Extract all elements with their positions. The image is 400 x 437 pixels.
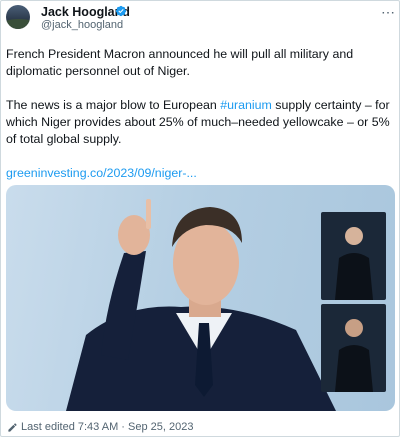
article-link[interactable]: greeninvesting.co/2023/09/niger-... bbox=[6, 166, 197, 180]
last-edited-timestamp[interactable]: Last edited 7:43 AM · Sep 25, 2023 bbox=[21, 421, 193, 433]
sign-language-interpreter-2 bbox=[321, 304, 386, 392]
paragraph-2-text-start: The news is a major blow to European bbox=[6, 98, 221, 112]
tweet-paragraph-3: greeninvesting.co/2023/09/niger-... bbox=[6, 165, 396, 182]
sign-language-interpreter-1 bbox=[321, 212, 386, 300]
interpreter-2-figure bbox=[335, 319, 373, 392]
avatar[interactable] bbox=[6, 5, 30, 29]
tweet-paragraph-2: The news is a major blow to European #ur… bbox=[6, 97, 396, 148]
verified-badge-icon bbox=[115, 5, 127, 17]
tweet-card: Jack Hoogland @jack_hoogland ⋯ French Pr… bbox=[0, 0, 400, 437]
tweet-paragraph-1: French President Macron announced he wil… bbox=[6, 47, 354, 78]
pencil-icon bbox=[8, 423, 17, 432]
tweet-text: French President Macron announced he wil… bbox=[6, 46, 396, 182]
author-handle[interactable]: @jack_hoogland bbox=[41, 19, 123, 31]
interpreter-1-figure bbox=[335, 227, 373, 300]
more-options-icon[interactable]: ⋯ bbox=[381, 4, 396, 21]
hashtag-uranium[interactable]: #uranium bbox=[220, 98, 272, 112]
